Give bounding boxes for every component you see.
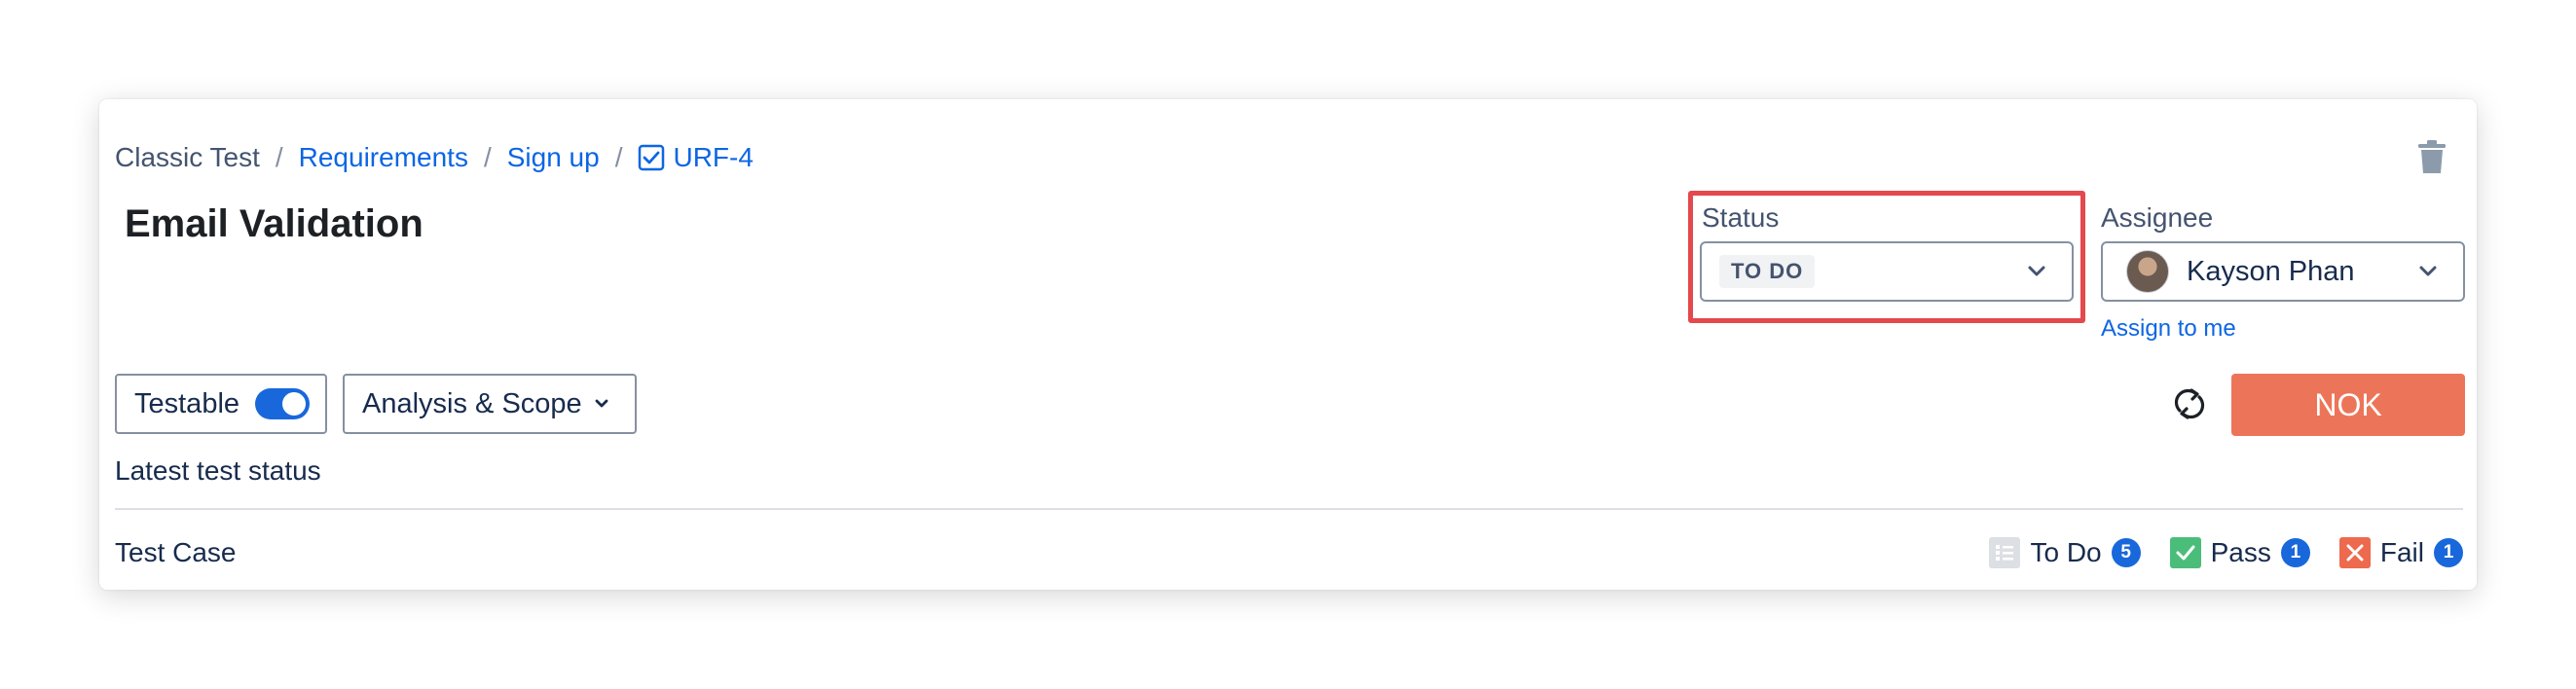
- breadcrumb-requirements[interactable]: Requirements: [299, 142, 468, 173]
- chevron-down-icon: [2027, 265, 2046, 278]
- issue-checkbox-icon: [639, 144, 665, 171]
- divider: [115, 508, 2463, 510]
- issue-key: URF-4: [673, 142, 754, 172]
- test-result-button[interactable]: NOK: [2231, 374, 2465, 436]
- testable-toggle[interactable]: [255, 388, 311, 419]
- assign-to-me-link[interactable]: Assign to me: [2101, 315, 2236, 343]
- assignee-select[interactable]: Kayson Phan: [2101, 241, 2465, 302]
- analysis-scope-label: Analysis & Scope: [362, 387, 582, 419]
- todo-list-icon: [1989, 537, 2021, 568]
- testable-label: Testable: [134, 387, 240, 419]
- trash-icon: [2418, 140, 2446, 173]
- avatar: [2126, 250, 2169, 293]
- test-case-label: Test Case: [115, 537, 237, 567]
- stat-fail-label: Fail: [2379, 537, 2424, 567]
- stat-todo-label: To Do: [2030, 537, 2102, 567]
- assignee-name: Kayson Phan: [2187, 255, 2355, 287]
- status-lozenge: TO DO: [1719, 255, 1816, 288]
- pass-check-icon: [2169, 537, 2201, 568]
- breadcrumb: Classic Test / Requirements / Sign up / …: [115, 138, 754, 177]
- breadcrumb-separator: /: [483, 142, 492, 172]
- breadcrumb-separator: /: [614, 142, 623, 172]
- stat-todo[interactable]: To Do 5: [1989, 537, 2141, 568]
- breadcrumb-issue[interactable]: URF-4: [638, 142, 754, 173]
- refresh-icon: [2174, 388, 2205, 419]
- status-label: Status: [1702, 202, 1780, 233]
- test-status-summary: To Do 5 Pass 1 Fail 1: [1989, 533, 2463, 572]
- chevron-down-icon: [595, 399, 608, 408]
- latest-test-status-heading: Latest test status: [115, 455, 321, 486]
- stat-fail[interactable]: Fail 1: [2338, 537, 2463, 568]
- testable-toggle-box[interactable]: Testable: [115, 374, 327, 434]
- stat-pass-count: 1: [2280, 538, 2310, 567]
- stat-pass[interactable]: Pass 1: [2169, 537, 2310, 568]
- analysis-scope-dropdown[interactable]: Analysis & Scope: [343, 374, 637, 434]
- breadcrumb-project[interactable]: Classic Test: [115, 142, 260, 173]
- issue-title[interactable]: Email Validation: [125, 202, 423, 246]
- breadcrumb-parent[interactable]: Sign up: [507, 142, 600, 173]
- stat-pass-label: Pass: [2210, 537, 2271, 567]
- chevron-down-icon: [2418, 265, 2438, 278]
- fail-x-icon: [2338, 537, 2371, 568]
- stat-fail-count: 1: [2434, 538, 2463, 567]
- breadcrumb-separator: /: [275, 142, 283, 172]
- refresh-button[interactable]: [2169, 383, 2210, 424]
- assignee-label: Assignee: [2101, 202, 2214, 233]
- status-select[interactable]: TO DO: [1700, 241, 2074, 302]
- toggle-knob: [282, 392, 307, 416]
- delete-button[interactable]: [2410, 136, 2453, 179]
- stat-todo-count: 5: [2111, 538, 2141, 567]
- issue-card: Classic Test / Requirements / Sign up / …: [99, 99, 2477, 590]
